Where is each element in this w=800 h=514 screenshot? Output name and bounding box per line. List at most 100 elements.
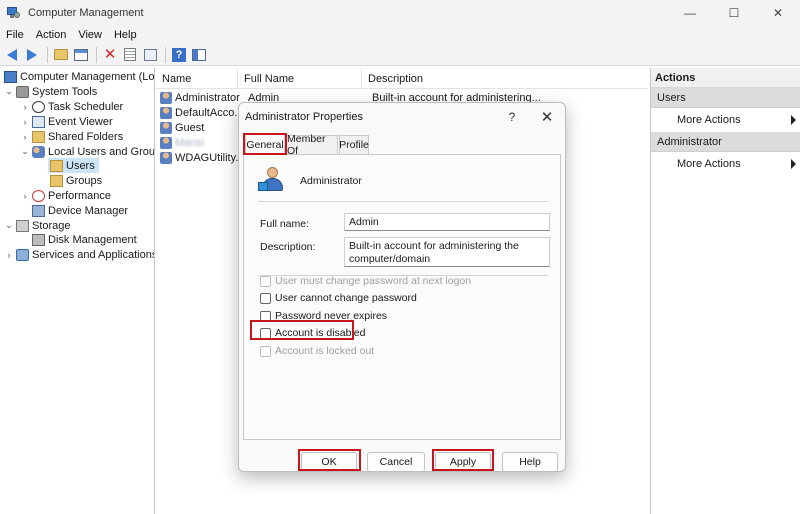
minimize-button[interactable]: — bbox=[668, 0, 712, 26]
submenu-arrow-icon bbox=[791, 115, 796, 125]
checkbox-cannot-change-password[interactable]: User cannot change password bbox=[260, 291, 417, 305]
back-arrow-icon bbox=[7, 48, 17, 61]
export-list-button[interactable] bbox=[141, 46, 159, 64]
tree-item-disk-management[interactable]: Disk Management bbox=[30, 232, 137, 247]
apply-button[interactable]: Apply bbox=[435, 452, 491, 471]
more-actions-administrator[interactable]: More Actions bbox=[651, 152, 800, 176]
menu-view[interactable]: View bbox=[72, 29, 108, 41]
collapse-chevron-icon[interactable]: › bbox=[20, 117, 30, 127]
user-icon bbox=[160, 91, 172, 104]
tree-item-device-manager[interactable]: Device Manager bbox=[30, 203, 128, 218]
tree-item-users[interactable]: Users bbox=[48, 158, 99, 173]
actions-section-users[interactable]: Users bbox=[651, 88, 800, 108]
action-pane-icon bbox=[192, 48, 206, 61]
full-name-label: Full name: bbox=[260, 218, 310, 230]
checkbox-account-disabled[interactable]: Account is disabled bbox=[260, 326, 365, 340]
full-name-input[interactable]: Admin bbox=[344, 213, 550, 231]
description-input[interactable]: Built-in account for administering the c… bbox=[344, 237, 550, 267]
toolbar-separator bbox=[47, 46, 48, 63]
user-icon bbox=[160, 136, 172, 149]
tree-item-computer-management[interactable]: Computer Management (Local bbox=[2, 69, 154, 84]
actions-title: Actions bbox=[651, 68, 800, 88]
collapse-chevron-icon[interactable]: › bbox=[20, 102, 30, 112]
delete-x-icon: ✕ bbox=[103, 46, 117, 63]
table-row[interactable]: Guest bbox=[156, 120, 242, 135]
cancel-button[interactable]: Cancel bbox=[367, 452, 425, 471]
maximize-button[interactable]: ☐ bbox=[712, 0, 756, 26]
user-icon bbox=[160, 151, 172, 164]
checkbox-box[interactable] bbox=[260, 327, 271, 339]
table-row[interactable]: Mansi bbox=[156, 135, 242, 150]
administrator-properties-dialog: Administrator Properties ? ✕ General Mem… bbox=[238, 102, 566, 472]
toolbar-separator bbox=[165, 46, 166, 63]
tab-general[interactable]: General bbox=[245, 134, 285, 155]
more-actions-users[interactable]: More Actions bbox=[651, 108, 800, 132]
export-list-icon bbox=[143, 48, 157, 61]
column-full-name[interactable]: Full Name bbox=[238, 69, 362, 89]
tree-item-event-viewer[interactable]: › Event Viewer bbox=[20, 114, 113, 129]
user-icon bbox=[160, 106, 172, 119]
checkbox-password-never-expires[interactable]: Password never expires bbox=[260, 309, 387, 323]
collapse-chevron-icon[interactable]: › bbox=[4, 250, 14, 260]
checkbox-box[interactable] bbox=[260, 310, 271, 322]
back-button[interactable] bbox=[3, 46, 21, 64]
tree-item-groups[interactable]: Groups bbox=[48, 173, 102, 188]
table-row[interactable]: WDAGUtility... bbox=[156, 150, 242, 165]
tree-item-storage[interactable]: ⌄ Storage bbox=[4, 218, 71, 233]
tree-item-task-scheduler[interactable]: › Task Scheduler bbox=[20, 99, 123, 114]
column-description[interactable]: Description bbox=[362, 69, 648, 89]
tree-item-performance[interactable]: › Performance bbox=[20, 188, 111, 203]
menu-action[interactable]: Action bbox=[30, 29, 73, 41]
checkbox-box[interactable] bbox=[260, 292, 271, 304]
expand-chevron-icon[interactable]: ⌄ bbox=[4, 86, 14, 97]
tree-item-system-tools[interactable]: ⌄ System Tools bbox=[4, 84, 97, 99]
expand-chevron-icon[interactable]: ⌄ bbox=[20, 146, 30, 157]
services-icon bbox=[16, 248, 29, 261]
menu-file[interactable]: File bbox=[0, 29, 30, 41]
tree-item-local-users-and-groups[interactable]: ⌄ Local Users and Groups bbox=[20, 144, 154, 159]
disk-icon bbox=[32, 233, 45, 246]
shared-folder-icon bbox=[32, 130, 45, 143]
collapse-chevron-icon[interactable]: › bbox=[20, 132, 30, 142]
checkbox-box bbox=[260, 345, 271, 357]
close-button[interactable]: ✕ bbox=[756, 0, 800, 26]
tab-profile[interactable]: Profile bbox=[339, 135, 369, 154]
computer-management-icon bbox=[6, 6, 20, 20]
checkbox-account-locked-out: Account is locked out bbox=[260, 344, 374, 358]
show-action-pane-button[interactable] bbox=[190, 46, 208, 64]
help-icon: ? bbox=[172, 47, 186, 62]
delete-button[interactable]: ✕ bbox=[101, 46, 119, 64]
tools-icon bbox=[16, 85, 29, 98]
performance-icon bbox=[32, 189, 45, 202]
device-manager-icon bbox=[32, 204, 45, 217]
submenu-arrow-icon bbox=[791, 159, 796, 169]
checkbox-must-change-password: User must change password at next logon bbox=[260, 274, 471, 288]
tree-item-services-and-applications[interactable]: › Services and Applications bbox=[4, 247, 154, 262]
event-viewer-icon bbox=[32, 115, 45, 128]
user-icon bbox=[160, 121, 172, 134]
checkbox-box bbox=[260, 275, 271, 287]
dialog-help-icon[interactable]: ? bbox=[501, 107, 523, 127]
title-bar: Computer Management — ☐ ✕ bbox=[0, 0, 800, 26]
properties-button[interactable] bbox=[121, 46, 139, 64]
properties-icon bbox=[124, 48, 136, 61]
show-hide-tree-button[interactable] bbox=[72, 46, 90, 64]
up-folder-button[interactable] bbox=[52, 46, 70, 64]
menu-bar: File Action View Help bbox=[0, 26, 800, 44]
collapse-chevron-icon[interactable]: › bbox=[20, 191, 30, 201]
table-row[interactable]: DefaultAcco... bbox=[156, 105, 242, 120]
help-button[interactable]: Help bbox=[502, 452, 558, 471]
menu-help[interactable]: Help bbox=[108, 29, 143, 41]
console-tree-icon bbox=[74, 48, 88, 61]
ok-button[interactable]: OK bbox=[301, 452, 357, 471]
tab-member-of[interactable]: Member Of bbox=[286, 133, 338, 157]
expand-chevron-icon[interactable]: ⌄ bbox=[4, 220, 14, 231]
column-name[interactable]: Name bbox=[156, 69, 238, 89]
help-toolbar-button[interactable]: ? bbox=[170, 46, 188, 64]
dialog-close-icon[interactable]: ✕ bbox=[536, 107, 558, 127]
actions-section-administrator[interactable]: Administrator bbox=[651, 132, 800, 152]
tree-item-shared-folders[interactable]: › Shared Folders bbox=[20, 129, 123, 144]
console-tree: Computer Management (Local ⌄ System Tool… bbox=[0, 68, 155, 514]
forward-button[interactable] bbox=[23, 46, 41, 64]
description-label: Description: bbox=[260, 241, 316, 253]
